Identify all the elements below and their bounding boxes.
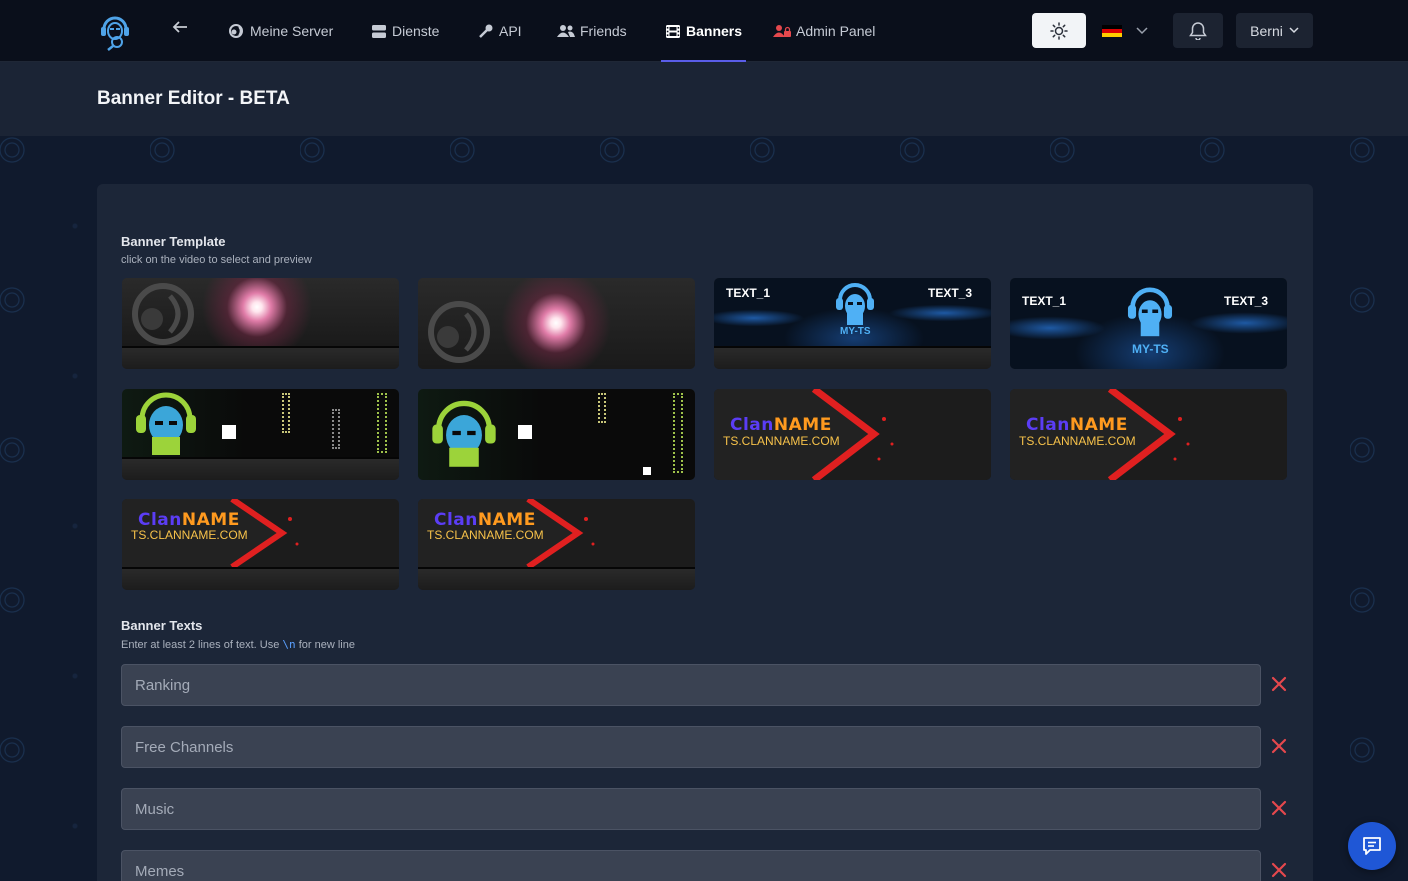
nav-label: Banners — [686, 23, 743, 39]
sun-icon — [1050, 21, 1068, 40]
banner-text-1: TEXT_1 — [726, 286, 771, 300]
banner-text-input-2[interactable] — [121, 726, 1261, 768]
pixel-column — [377, 393, 387, 453]
banner-template-5[interactable] — [122, 389, 399, 480]
teamspeak-logo-icon — [428, 301, 490, 363]
key-icon — [478, 23, 494, 39]
theme-toggle-button[interactable] — [1032, 13, 1086, 48]
nav-label: API — [499, 23, 522, 39]
banner-template-10[interactable]: ClanNAME TS.CLANNAME.COM — [418, 499, 695, 590]
teamspeak-logo-icon — [132, 283, 194, 345]
chat-icon — [1363, 837, 1381, 855]
pixel-column — [332, 409, 340, 449]
film-icon — [665, 23, 681, 39]
nav-item-admin-panel[interactable]: Admin Panel — [773, 0, 875, 62]
banner-template-8[interactable]: ClanNAME TS.CLANNAME.COM — [1010, 389, 1287, 480]
nav-label: Friends — [580, 23, 627, 39]
nav-item-api[interactable]: API — [478, 0, 522, 62]
banner-template-4[interactable]: TEXT_1 TEXT_3 MY-TS — [1010, 278, 1287, 369]
nav-item-meine-server[interactable]: Meine Server — [229, 0, 333, 62]
banner-text-input-4[interactable] — [121, 850, 1261, 881]
nav-label: Dienste — [392, 23, 440, 39]
top-navbar: Meine Server Dienste API Friends Banners… — [0, 0, 1408, 62]
banner-brand: MY-TS — [840, 326, 871, 337]
banner-text-3: TEXT_3 — [1224, 294, 1269, 308]
remove-line-2-icon[interactable] — [1270, 737, 1288, 755]
user-name: Berni — [1250, 22, 1283, 39]
server-icon — [371, 23, 387, 39]
banner-text-3: TEXT_3 — [928, 286, 973, 300]
users-icon — [557, 23, 575, 39]
green-mascot-icon — [432, 400, 496, 467]
language-select[interactable] — [1100, 13, 1154, 48]
pixel-column — [598, 393, 606, 423]
banner-brand: MY-TS — [1132, 342, 1169, 356]
green-mascot-icon — [136, 392, 196, 455]
remove-line-1-icon[interactable] — [1270, 675, 1288, 693]
banner-template-6[interactable] — [418, 389, 695, 480]
banner-template-2[interactable] — [418, 278, 695, 369]
pixel-column — [282, 393, 290, 433]
my-ts-mascot-icon — [836, 283, 874, 325]
clan-url-text: TS.CLANNAME.COM — [131, 528, 248, 542]
chat-support-button[interactable] — [1348, 822, 1396, 870]
back-arrow-icon[interactable] — [172, 18, 194, 42]
user-menu-button[interactable]: Berni — [1236, 13, 1313, 48]
clan-name-text: ClanNAME — [138, 510, 240, 530]
banner-template-1[interactable] — [122, 278, 399, 369]
bell-icon — [1189, 22, 1207, 40]
nav-item-banners[interactable]: Banners — [660, 0, 747, 62]
clan-name-text: ClanNAME — [730, 415, 832, 435]
banner-texts-title: Banner Texts — [121, 618, 203, 633]
banner-text-1: TEXT_1 — [1022, 294, 1067, 308]
remove-line-3-icon[interactable] — [1270, 799, 1288, 817]
chevron-down-icon — [1136, 26, 1148, 34]
nav-item-dienste[interactable]: Dienste — [371, 0, 439, 62]
clan-url-text: TS.CLANNAME.COM — [723, 434, 840, 448]
my-ts-mascot-icon — [1127, 287, 1173, 337]
banner-text-input-3[interactable] — [121, 788, 1261, 830]
banner-template-subtitle: click on the video to select and preview — [121, 254, 312, 266]
pixel-column — [673, 393, 683, 473]
pixel-plus-icon — [222, 425, 236, 439]
user-lock-icon — [773, 23, 791, 39]
german-flag-icon — [1102, 24, 1122, 37]
page-title: Banner Editor - BETA — [97, 88, 290, 109]
my-ts-logo-icon[interactable] — [97, 11, 133, 51]
chevron-down-icon — [1289, 27, 1299, 34]
clan-url-text: TS.CLANNAME.COM — [427, 528, 544, 542]
pixel-plus-icon — [518, 425, 532, 439]
banner-template-9[interactable]: ClanNAME TS.CLANNAME.COM — [122, 499, 399, 590]
notifications-button[interactable] — [1173, 13, 1223, 48]
banner-text-input-1[interactable] — [121, 664, 1261, 706]
remove-line-4-icon[interactable] — [1270, 861, 1288, 879]
banner-template-3[interactable]: TEXT_1 TEXT_3 MY-TS — [714, 278, 991, 369]
banner-texts-subtitle: Enter at least 2 lines of text. Use \n f… — [121, 638, 355, 651]
clan-url-text: TS.CLANNAME.COM — [1019, 434, 1136, 448]
clan-name-text: ClanNAME — [1026, 415, 1128, 435]
nav-label: Meine Server — [250, 23, 334, 39]
nav-item-friends[interactable]: Friends — [557, 0, 627, 62]
banner-template-7[interactable]: ClanNAME TS.CLANNAME.COM — [714, 389, 991, 480]
teamspeak-icon — [229, 23, 245, 39]
nav-label: Admin Panel — [796, 23, 876, 39]
pixel-plus-icon — [643, 467, 651, 475]
banner-template-title: Banner Template — [121, 234, 226, 249]
clan-name-text: ClanNAME — [434, 510, 536, 530]
